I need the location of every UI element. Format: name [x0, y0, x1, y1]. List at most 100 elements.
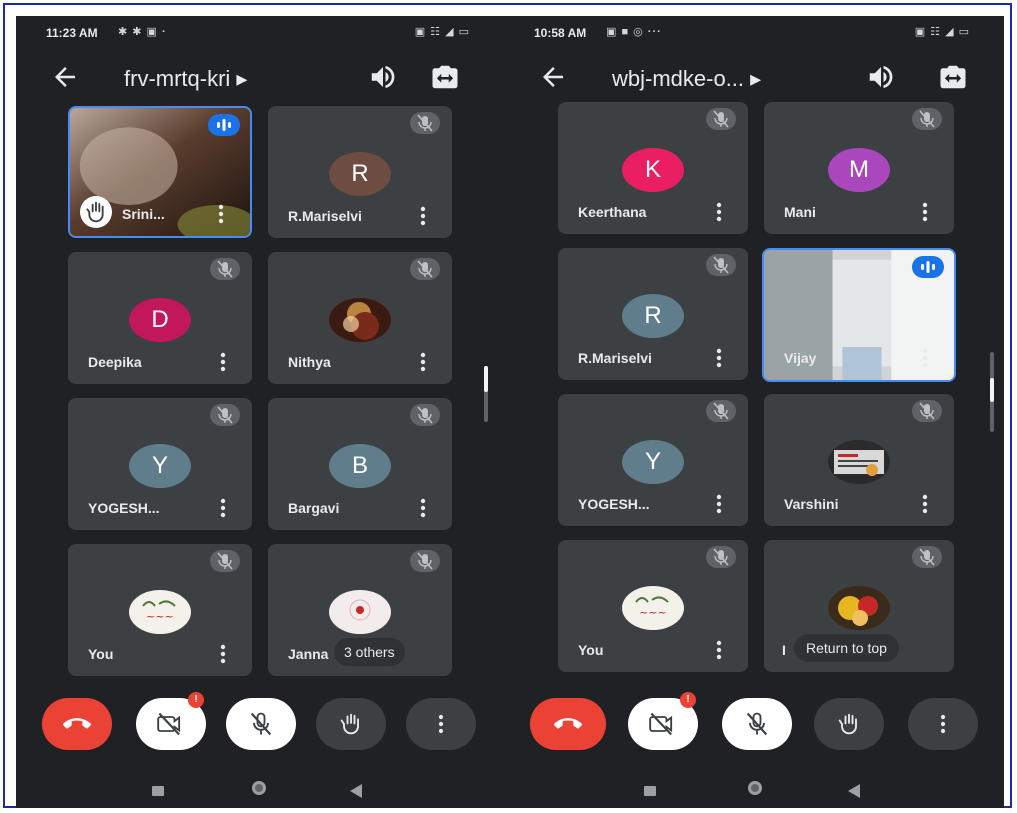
participant-name: I — [782, 642, 786, 658]
participant-tile-nithya[interactable]: Nithya — [268, 252, 452, 384]
system-status-icons: ▣ ☷ ◢ ▭ — [414, 26, 470, 38]
participant-tile-r-mariselvi[interactable]: R R.Mariselvi — [558, 248, 748, 380]
participant-tile-yogesh[interactable]: Y YOGESH... — [68, 398, 252, 530]
end-call-button[interactable] — [530, 698, 606, 750]
mic-off-icon — [746, 712, 768, 736]
raise-hand-icon — [340, 713, 359, 735]
more-options-icon[interactable] — [922, 348, 928, 368]
more-options-icon[interactable] — [420, 206, 426, 226]
mic-off-icon — [210, 550, 240, 572]
others-count-button[interactable]: 3 others — [334, 638, 405, 666]
raise-hand-icon — [838, 713, 857, 735]
switch-camera-icon[interactable] — [938, 62, 968, 92]
call-controls: ! — [16, 692, 504, 754]
more-options-icon[interactable] — [420, 498, 426, 518]
status-time: 10:58 AM — [534, 26, 587, 40]
more-vert-icon — [438, 714, 444, 734]
end-call-button[interactable] — [42, 698, 112, 750]
more-options-icon[interactable] — [220, 644, 226, 664]
participant-tile-deepika[interactable]: D Deepika — [68, 252, 252, 384]
camera-off-button[interactable]: ! — [628, 692, 698, 750]
mic-off-icon — [410, 258, 440, 280]
mic-off-icon — [210, 258, 240, 280]
more-options-icon[interactable] — [218, 204, 224, 224]
meeting-top-bar: wbj-mdke-o... ▸ — [504, 56, 1004, 100]
more-options-icon[interactable] — [922, 494, 928, 514]
more-options-icon[interactable] — [716, 640, 722, 660]
return-to-top-button[interactable]: Return to top — [794, 634, 899, 662]
mic-off-icon — [410, 112, 440, 134]
warning-badge: ! — [188, 692, 204, 708]
scrollbar-thumb[interactable] — [990, 378, 994, 402]
android-nav-bar — [504, 778, 1004, 808]
participant-tile-r-mariselvi[interactable]: R R.Mariselvi — [268, 106, 452, 238]
mic-toggle-button[interactable] — [226, 698, 296, 750]
mic-off-icon — [706, 108, 736, 130]
participant-tile-8[interactable]: I Return to top — [764, 540, 954, 672]
profile-photo — [329, 590, 391, 634]
more-options-button[interactable] — [908, 698, 978, 750]
mic-off-icon — [410, 404, 440, 426]
back-icon[interactable] — [848, 784, 860, 798]
profile-photo — [828, 586, 890, 630]
active-speaker-indicator — [912, 256, 944, 278]
participant-name: Mani — [784, 204, 816, 220]
participant-tile-varshini[interactable]: Varshini — [764, 394, 954, 526]
participant-name: Srini... — [122, 206, 165, 222]
more-options-icon[interactable] — [220, 498, 226, 518]
call-controls: ! — [504, 692, 1004, 754]
participant-tile-you[interactable]: ~~~ You — [68, 544, 252, 676]
recents-icon[interactable] — [152, 786, 164, 796]
more-options-icon[interactable] — [716, 348, 722, 368]
participant-tile-you[interactable]: ~~~ You — [558, 540, 748, 672]
more-options-icon[interactable] — [220, 352, 226, 372]
participant-tile-keerthana[interactable]: K Keerthana — [558, 102, 748, 234]
mic-off-icon — [912, 108, 942, 130]
back-arrow-icon[interactable] — [538, 62, 568, 92]
scrollbar-thumb[interactable] — [484, 366, 488, 392]
participant-tile-bargavi[interactable]: B Bargavi — [268, 398, 452, 530]
avatar: Y — [622, 440, 684, 484]
participant-tile-srini[interactable]: Srini... — [68, 106, 252, 238]
mic-off-icon — [250, 712, 272, 736]
recents-icon[interactable] — [644, 786, 656, 796]
mic-off-icon — [706, 546, 736, 568]
profile-photo — [828, 440, 890, 484]
participant-name: You — [578, 642, 604, 658]
participant-name: Nithya — [288, 354, 331, 370]
more-options-button[interactable] — [406, 698, 476, 750]
more-options-icon[interactable] — [716, 202, 722, 222]
warning-badge: ! — [680, 692, 696, 708]
mic-off-icon — [912, 400, 942, 422]
home-icon[interactable] — [252, 781, 266, 795]
more-options-icon[interactable] — [716, 494, 722, 514]
more-options-icon[interactable] — [922, 202, 928, 222]
participant-name: Vijay — [784, 350, 817, 366]
phone-screen-left: 11:23 AM ✱ ✱ ▣ · ▣ ☷ ◢ ▭ frv-mrtq-kri ▸ … — [16, 16, 504, 808]
raise-hand-button[interactable] — [814, 698, 884, 750]
speaker-icon[interactable] — [866, 62, 896, 92]
mic-off-icon — [706, 400, 736, 422]
mic-off-icon — [410, 550, 440, 572]
raised-hand-icon — [80, 196, 112, 228]
raise-hand-button[interactable] — [316, 698, 386, 750]
home-icon[interactable] — [748, 781, 762, 795]
meeting-code[interactable]: frv-mrtq-kri ▸ — [124, 66, 247, 92]
camera-off-button[interactable]: ! — [136, 692, 206, 750]
speaker-icon[interactable] — [368, 62, 398, 92]
switch-camera-icon[interactable] — [430, 62, 460, 92]
participant-tile-janna[interactable]: Janna 3 others — [268, 544, 452, 676]
participant-tile-mani[interactable]: M Mani — [764, 102, 954, 234]
svg-text:~~~: ~~~ — [146, 610, 174, 623]
mic-toggle-button[interactable] — [722, 698, 792, 750]
participant-tile-vijay[interactable]: Vijay — [762, 248, 956, 382]
svg-text:~~~: ~~~ — [639, 606, 667, 619]
back-icon[interactable] — [350, 784, 362, 798]
notification-icons: ▣ ■ ◎ ··· — [606, 26, 662, 38]
participant-tile-yogesh[interactable]: Y YOGESH... — [558, 394, 748, 526]
participant-name: Janna — [288, 646, 329, 662]
meeting-code[interactable]: wbj-mdke-o... ▸ — [612, 66, 761, 92]
back-arrow-icon[interactable] — [50, 62, 80, 92]
more-options-icon[interactable] — [420, 352, 426, 372]
status-bar: 11:23 AM ✱ ✱ ▣ · ▣ ☷ ◢ ▭ — [16, 20, 504, 42]
